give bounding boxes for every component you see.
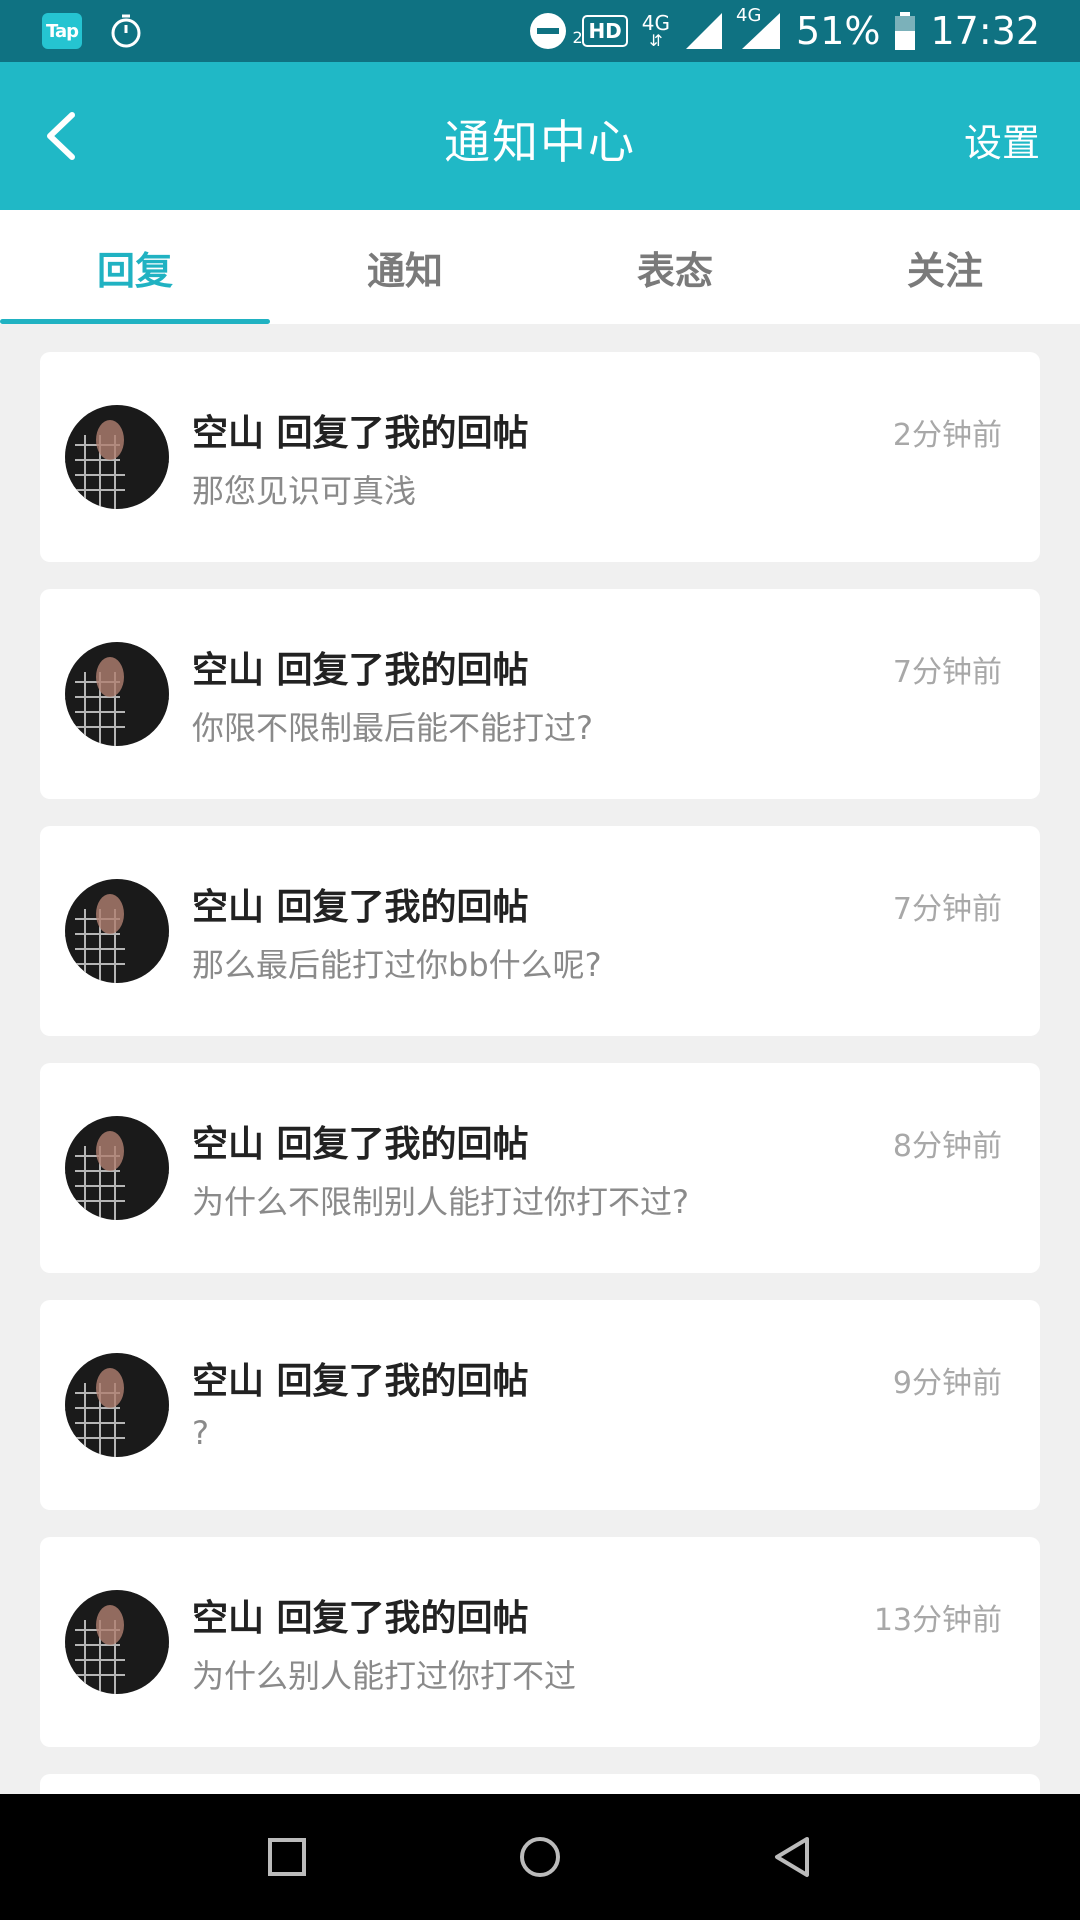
notification-time: 13分钟前 bbox=[873, 1603, 1002, 1638]
signal-icon bbox=[684, 11, 724, 51]
network-type-1: 4G ⇵ bbox=[641, 11, 671, 50]
notification-title: 空山 回复了我的回帖 bbox=[192, 1598, 529, 1639]
notification-body: 为什么不限制别人能打过你打不过? bbox=[192, 1183, 689, 1221]
notification-title: 空山 回复了我的回帖 bbox=[192, 1361, 529, 1402]
notification-body: 那么最后能打过你bb什么呢? bbox=[192, 946, 602, 984]
list-item[interactable]: 空山 回复了我的回帖 7分钟前 你限不限制最后能不能打过? bbox=[40, 589, 1040, 799]
notification-time: 8分钟前 bbox=[892, 1129, 1002, 1164]
network-type-2: 4G bbox=[736, 5, 782, 51]
notification-title: 空山 回复了我的回帖 bbox=[192, 413, 529, 454]
do-not-disturb-icon bbox=[528, 11, 568, 51]
system-nav-bar bbox=[0, 1794, 1080, 1920]
circle-icon bbox=[519, 1837, 560, 1877]
avatar[interactable] bbox=[65, 1353, 169, 1457]
avatar[interactable] bbox=[65, 642, 169, 746]
tab-bar: 回复 通知 表态 关注 bbox=[0, 210, 1080, 324]
hd-label: HD bbox=[582, 15, 628, 47]
notification-body: 那您见识可真浅 bbox=[192, 472, 417, 510]
notification-list: 空山 回复了我的回帖 2分钟前 那您见识可真浅 空山 回复了我的回帖 7分钟前 … bbox=[40, 352, 1040, 1804]
list-item[interactable]: 空山 回复了我的回帖 13分钟前 为什么别人能打过你打不过 bbox=[40, 1537, 1040, 1747]
page-title: 通知中心 bbox=[444, 115, 636, 169]
back-nav-button[interactable] bbox=[753, 1817, 833, 1897]
notification-body: 你限不限制最后能不能打过? bbox=[192, 709, 593, 747]
notification-title: 空山 回复了我的回帖 bbox=[192, 1124, 529, 1165]
triangle-back-icon bbox=[775, 1837, 810, 1877]
stopwatch-icon bbox=[111, 14, 141, 48]
tab-reactions[interactable]: 表态 bbox=[540, 210, 810, 324]
notification-body: 为什么别人能打过你打不过 bbox=[192, 1657, 577, 1695]
list-item[interactable]: 空山 回复了我的回帖 9分钟前 ? bbox=[40, 1300, 1040, 1510]
status-bar: Tap 2 HD 4G ⇵ 4G 51% 17:32 bbox=[0, 0, 1080, 62]
battery-percent: 51% bbox=[796, 9, 881, 53]
settings-button[interactable]: 设置 bbox=[964, 112, 1040, 167]
tab-replies[interactable]: 回复 bbox=[0, 210, 270, 324]
avatar[interactable] bbox=[65, 1116, 169, 1220]
list-item[interactable]: 空山 回复了我的回帖 7分钟前 那么最后能打过你bb什么呢? bbox=[40, 826, 1040, 1036]
notification-title: 空山 回复了我的回帖 bbox=[192, 650, 529, 691]
home-button[interactable] bbox=[500, 1817, 580, 1897]
tap-app-icon: Tap bbox=[42, 13, 82, 49]
sim-number: 2 bbox=[572, 28, 583, 47]
tab-follows[interactable]: 关注 bbox=[810, 210, 1080, 324]
avatar[interactable] bbox=[65, 879, 169, 983]
notification-time: 7分钟前 bbox=[892, 892, 1002, 927]
tab-notifications[interactable]: 通知 bbox=[270, 210, 540, 324]
notification-time: 2分钟前 bbox=[892, 418, 1002, 453]
notification-time: 9分钟前 bbox=[892, 1366, 1002, 1401]
notification-body: ? bbox=[192, 1414, 209, 1452]
notification-title: 空山 回复了我的回帖 bbox=[192, 887, 529, 928]
square-icon bbox=[267, 1838, 306, 1876]
hd-voice-icon: 2 HD bbox=[572, 15, 628, 47]
battery-icon bbox=[894, 11, 916, 51]
notification-time: 7分钟前 bbox=[892, 655, 1002, 690]
list-item[interactable]: 空山 回复了我的回帖 2分钟前 那您见识可真浅 bbox=[40, 352, 1040, 562]
avatar[interactable] bbox=[65, 405, 169, 509]
clock: 17:32 bbox=[930, 9, 1040, 53]
avatar[interactable] bbox=[65, 1590, 169, 1694]
app-bar: 通知中心 设置 bbox=[0, 62, 1080, 210]
list-item[interactable]: 空山 回复了我的回帖 8分钟前 为什么不限制别人能打过你打不过? bbox=[40, 1063, 1040, 1273]
recents-button[interactable] bbox=[247, 1817, 327, 1897]
